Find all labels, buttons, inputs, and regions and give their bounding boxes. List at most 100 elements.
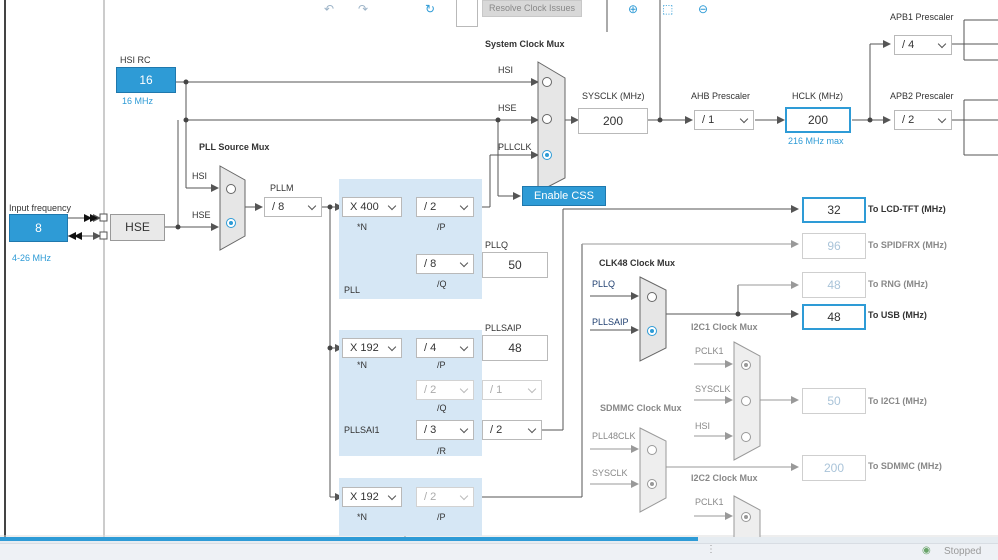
- scrollbar-thumb[interactable]: [0, 537, 698, 541]
- chevron-down-icon: [459, 384, 469, 394]
- zoom-out-icon[interactable]: ⊖: [698, 2, 708, 16]
- i2c1-label: To I2C1 (MHz): [868, 396, 927, 406]
- sdmmc-sysclk-label: SYSCLK: [592, 468, 628, 478]
- spidfrx-field: 96: [802, 233, 866, 259]
- status-bar: [0, 543, 998, 560]
- pllsai-p-value: / 4: [424, 342, 437, 354]
- ahb-prescaler-select[interactable]: / 1: [694, 110, 754, 130]
- usb-field[interactable]: 48: [802, 304, 866, 330]
- pll-p-label: /P: [437, 222, 446, 232]
- plli2s-p-select[interactable]: / 2: [416, 487, 474, 507]
- pll-n-value: X 400: [350, 201, 379, 213]
- hsi-rc-value: 16: [116, 67, 176, 93]
- pllsai-r-value: / 3: [424, 424, 437, 436]
- i2c1-hsi-label: HSI: [695, 421, 711, 431]
- pll-n-select[interactable]: X 400: [342, 197, 402, 217]
- pll-p-select[interactable]: / 2: [416, 197, 474, 217]
- pllsaip-value: 48: [482, 335, 548, 361]
- input-frequency-label: Input frequency: [9, 203, 72, 213]
- i2c1-hsi-radio[interactable]: [741, 432, 751, 442]
- pllsai-r-label: /R: [437, 446, 446, 456]
- apb1-prescaler-select[interactable]: / 4: [894, 35, 952, 55]
- sdmmc-mux-title: SDMMC Clock Mux: [600, 403, 682, 413]
- pll-q-select[interactable]: / 8: [416, 254, 474, 274]
- chevron-down-icon: [739, 114, 749, 124]
- clk48-pllsaip-radio[interactable]: [647, 326, 657, 336]
- lcd-tft-field[interactable]: 32: [802, 197, 866, 223]
- apb1-prescaler-label-partial: APB1 Prescaler: [890, 8, 960, 20]
- plli2s-p-label: /P: [437, 512, 446, 522]
- ahb-prescaler-label: AHB Prescaler: [691, 91, 751, 101]
- i2c1-sysclk-label: SYSCLK: [695, 384, 731, 394]
- plli2s-n-select[interactable]: X 192: [342, 487, 402, 507]
- i2c1-pclk1-label: PCLK1: [695, 346, 724, 356]
- refresh-icon[interactable]: ↻: [425, 2, 435, 16]
- pllsai-p-select[interactable]: / 4: [416, 338, 474, 358]
- apb2-prescaler-select[interactable]: / 2: [894, 110, 952, 130]
- pll-n-label: *N: [357, 222, 368, 232]
- sdmmc-sysclk-radio[interactable]: [647, 479, 657, 489]
- pll-name: PLL: [344, 285, 361, 295]
- status-text: Stopped: [944, 546, 982, 557]
- chevron-down-icon: [459, 201, 469, 211]
- hclk-label: HCLK (MHz): [792, 91, 843, 101]
- apb1-prescaler-label: APB1 Prescaler: [890, 12, 954, 20]
- i2c1-sysclk-radio[interactable]: [741, 396, 751, 406]
- status-separator-icon: ⋮: [706, 544, 716, 555]
- sdmmc-pll48clk-radio[interactable]: [647, 445, 657, 455]
- chevron-down-icon: [459, 258, 469, 268]
- hsi-rc-title: HSI RC: [120, 55, 151, 65]
- pllsai-r-select[interactable]: / 3: [416, 420, 474, 440]
- zoom-in-icon[interactable]: ⊕: [628, 2, 638, 16]
- sys-mux-hse-radio[interactable]: [542, 114, 552, 124]
- pllsai-n-select[interactable]: X 192: [342, 338, 402, 358]
- i2c1-pclk1-radio[interactable]: [741, 360, 751, 370]
- hclk-field[interactable]: 200: [785, 107, 851, 133]
- pll-source-hse-label: HSE: [192, 210, 211, 220]
- spidfrx-label: To SPIDFRX (MHz): [868, 240, 947, 250]
- chevron-down-icon: [937, 114, 947, 124]
- pll-source-hse-radio[interactable]: [226, 218, 236, 228]
- clk48-pllsaip-label: PLLSAIP: [592, 317, 629, 327]
- pll-q-label: /Q: [437, 279, 447, 289]
- sdmmc-pll48clk-label: PLL48CLK: [592, 431, 636, 441]
- pllsai-r-div-value: / 2: [490, 424, 503, 436]
- pllsai-q-select[interactable]: / 2: [416, 380, 474, 400]
- pllsai-p-label: /P: [437, 360, 446, 370]
- undo-icon[interactable]: ↶: [324, 2, 334, 16]
- pllm-select[interactable]: / 8: [264, 197, 322, 217]
- input-frequency-field[interactable]: 8: [9, 214, 68, 242]
- pllm-value: / 8: [272, 201, 285, 213]
- i2c2-pclk1-radio[interactable]: [741, 512, 751, 522]
- plli2s-n-label: *N: [357, 512, 368, 522]
- usb-label: To USB (MHz): [868, 310, 927, 320]
- pllsai-q-div-select[interactable]: / 1: [482, 380, 542, 400]
- pllm-label: PLLM: [270, 183, 294, 193]
- redo-icon[interactable]: ↷: [358, 2, 368, 16]
- resolve-clock-issues-button[interactable]: Resolve Clock Issues: [482, 0, 582, 17]
- pll-source-hsi-label: HSI: [192, 171, 208, 181]
- pllq-value: 50: [482, 252, 548, 278]
- chevron-down-icon: [527, 424, 537, 434]
- pllsai-n-label: *N: [357, 360, 368, 370]
- chevron-down-icon: [459, 424, 469, 434]
- sys-mux-hsi-label: HSI: [498, 65, 514, 75]
- sys-mux-hsi-radio[interactable]: [542, 77, 552, 87]
- clk48-mux-title: CLK48 Clock Mux: [599, 258, 676, 268]
- i2c2-pclk1-label: PCLK1: [695, 497, 724, 507]
- fit-screen-icon[interactable]: ⬚: [662, 2, 673, 16]
- pllsai-r-div-select[interactable]: / 2: [482, 420, 542, 440]
- enable-css-button[interactable]: Enable CSS: [522, 186, 606, 206]
- chevron-down-icon: [937, 39, 947, 49]
- pll-q-value: / 8: [424, 258, 437, 270]
- plli2s-n-value: X 192: [350, 491, 379, 503]
- lcd-tft-label: To LCD-TFT (MHz): [868, 204, 946, 214]
- pll-source-hsi-radio[interactable]: [226, 184, 236, 194]
- chevron-down-icon: [307, 201, 317, 211]
- sysclk-label: SYSCLK (MHz): [582, 91, 645, 101]
- hsi-rc-freq: 16 MHz: [122, 96, 154, 106]
- sdmmc-label: To SDMMC (MHz): [868, 461, 942, 471]
- sys-mux-pllclk-radio[interactable]: [542, 150, 552, 160]
- clk48-pllq-radio[interactable]: [647, 292, 657, 302]
- top-partial-box: [456, 0, 478, 27]
